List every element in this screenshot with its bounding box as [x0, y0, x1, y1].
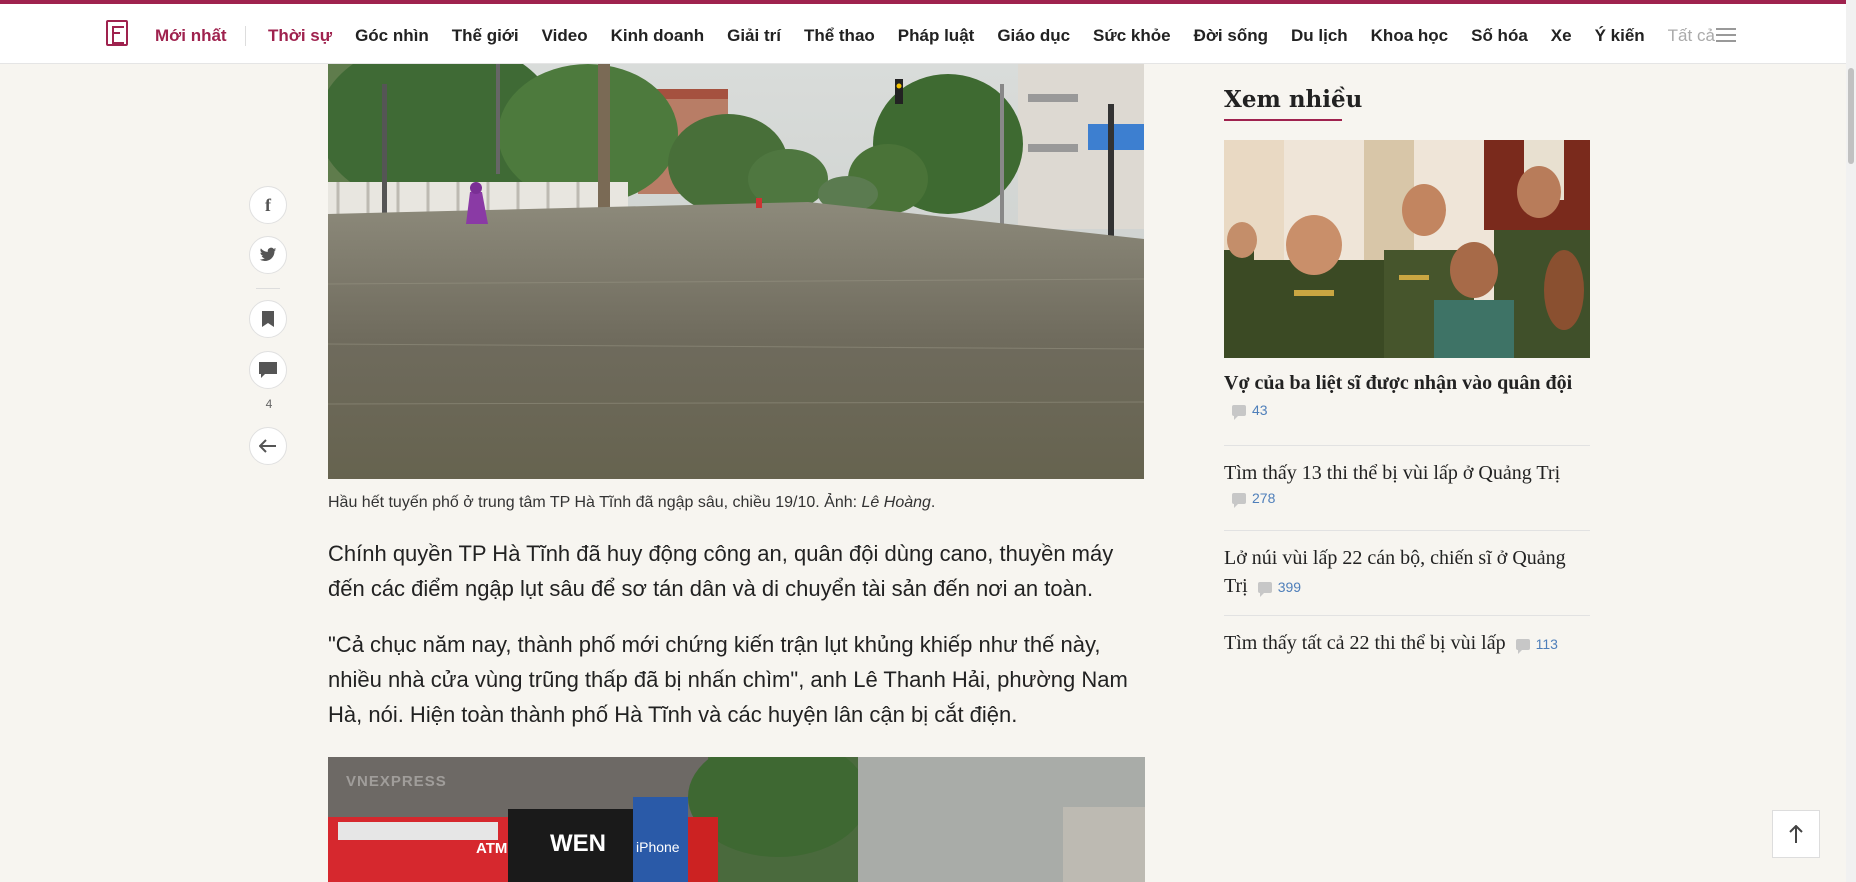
facebook-icon: f: [265, 194, 271, 215]
site-logo-icon[interactable]: [106, 20, 128, 46]
arrow-up-icon: [1789, 825, 1803, 843]
caption-author: Lê Hoàng: [861, 494, 931, 511]
nav-item-khoa-hoc[interactable]: Khoa học: [1371, 26, 1448, 46]
nav-item-the-thao[interactable]: Thể thao: [804, 26, 875, 46]
nav-divider: [245, 26, 246, 46]
nav-item-xe[interactable]: Xe: [1551, 26, 1572, 46]
bookmark-button[interactable]: [249, 300, 287, 338]
nav-item-giao-duc[interactable]: Giáo dục: [997, 26, 1070, 46]
caption-text: Hầu hết tuyến phố ở trung tâm TP Hà Tĩnh…: [328, 494, 862, 511]
sidebar-item-title-text[interactable]: Tìm thấy tất cả 22 thi thể bị vùi lấp: [1224, 632, 1506, 654]
comment-icon: [259, 362, 277, 378]
menu-hamburger-icon[interactable]: [1716, 28, 1736, 42]
comment-button[interactable]: [249, 351, 287, 389]
twitter-share-button[interactable]: [249, 236, 287, 274]
article-paragraph-2: "Cả chục năm nay, thành phố mới chứng ki…: [328, 632, 1128, 727]
sidebar-item-title[interactable]: Vợ của ba liệt sĩ được nhận vào quân đội: [1224, 369, 1590, 397]
sidebar-item[interactable]: Tìm thấy 13 thi thể bị vùi lấp ở Quảng T…: [1224, 459, 1590, 508]
photo-caption: Hầu hết tuyến phố ở trung tâm TP Hà Tĩnh…: [328, 494, 935, 512]
comment-icon: [1232, 492, 1246, 508]
nav-item-so-hoa[interactable]: Số hóa: [1471, 26, 1528, 46]
comment-icon: [1257, 581, 1272, 597]
comment-count-value: 43: [1252, 402, 1268, 419]
photo-watermark: VNEXPRESS: [346, 773, 447, 790]
comment-icon: [1515, 638, 1530, 654]
sidebar-item-title[interactable]: Lở núi vùi lấp 22 cán bộ, chiến sĩ ở Quả…: [1224, 544, 1584, 601]
nav-latest-link[interactable]: Mới nhất: [155, 26, 227, 46]
comment-count-value: 113: [1535, 636, 1558, 653]
bookmark-icon: [262, 311, 274, 327]
photo-sign-wen: WEN: [550, 830, 606, 857]
nav-item-video[interactable]: Video: [542, 26, 588, 46]
photo-sign-atm: ATM: [476, 840, 508, 857]
photo-sign-iphone: iPhone: [636, 839, 680, 855]
article-photo-flooded-street[interactable]: [328, 64, 1144, 479]
nav-item-kinh-doanh[interactable]: Kinh doanh: [611, 26, 704, 46]
sidebar-item-title[interactable]: Tìm thấy 13 thi thể bị vùi lấp ở Quảng T…: [1224, 459, 1590, 487]
twitter-icon: [259, 247, 277, 262]
scrollbar-thumb[interactable]: [1848, 68, 1854, 164]
comment-count-value: 278: [1252, 490, 1276, 507]
sidebar-divider: [1224, 530, 1590, 531]
sidebar-title-underline: [1224, 119, 1342, 121]
nav-item-giai-tri[interactable]: Giải trí: [727, 26, 781, 46]
sidebar-item[interactable]: Vợ của ba liệt sĩ được nhận vào quân đội…: [1224, 369, 1590, 420]
comment-count: 4: [265, 397, 273, 411]
sidebar-divider: [1224, 615, 1590, 616]
comment-count-value: 399: [1277, 579, 1302, 596]
nav-item-y-kien[interactable]: Ý kiến: [1595, 26, 1645, 46]
sidebar-divider: [1224, 445, 1590, 446]
back-to-top-button[interactable]: [1772, 810, 1820, 858]
nav-item-suc-khoe[interactable]: Sức khỏe: [1093, 26, 1171, 46]
caption-end: .: [930, 494, 936, 511]
nav-item-doi-song[interactable]: Đời sống: [1194, 26, 1268, 46]
nav-menu: Thời sự Góc nhìn Thế giới Video Kinh doa…: [268, 26, 1725, 46]
comment-count-link[interactable]: 43: [1232, 402, 1268, 420]
nav-item-du-lich[interactable]: Du lịch: [1291, 26, 1348, 46]
article-photo-street-shops[interactable]: VNEXPRESS ATM WEN iPhone: [328, 757, 1145, 882]
arrow-left-icon: [259, 439, 276, 453]
nav-item-phap-luat[interactable]: Pháp luật: [898, 26, 975, 46]
comment-count-link[interactable]: 399: [1257, 573, 1302, 601]
article-paragraph-1: Chính quyền TP Hà Tĩnh đã huy động công …: [328, 541, 1114, 601]
sidebar-item[interactable]: Tìm thấy tất cả 22 thi thể bị vùi lấp 113: [1224, 629, 1590, 658]
nav-item-thoi-su[interactable]: Thời sự: [268, 26, 332, 46]
nav-item-the-gioi[interactable]: Thế giới: [452, 26, 519, 46]
sidebar-item-title[interactable]: Tìm thấy tất cả 22 thi thể bị vùi lấp 113: [1224, 629, 1590, 658]
facebook-share-button[interactable]: f: [249, 186, 287, 224]
nav-item-goc-nhin[interactable]: Góc nhìn: [355, 26, 429, 46]
back-button[interactable]: [249, 427, 287, 465]
top-navbar: Mới nhất Thời sự Góc nhìn Thế giới Video…: [0, 0, 1856, 64]
comment-count-link[interactable]: 278: [1232, 490, 1276, 508]
sidebar-featured-photo[interactable]: [1224, 140, 1590, 358]
nav-item-all[interactable]: Tất cả: [1668, 26, 1715, 46]
sidebar-item[interactable]: Lở núi vùi lấp 22 cán bộ, chiến sĩ ở Quả…: [1224, 544, 1590, 601]
comment-count-link[interactable]: 113: [1515, 630, 1558, 658]
social-divider: [256, 288, 280, 289]
comment-icon: [1232, 404, 1246, 420]
sidebar-title: Xem nhiều: [1224, 86, 1363, 113]
